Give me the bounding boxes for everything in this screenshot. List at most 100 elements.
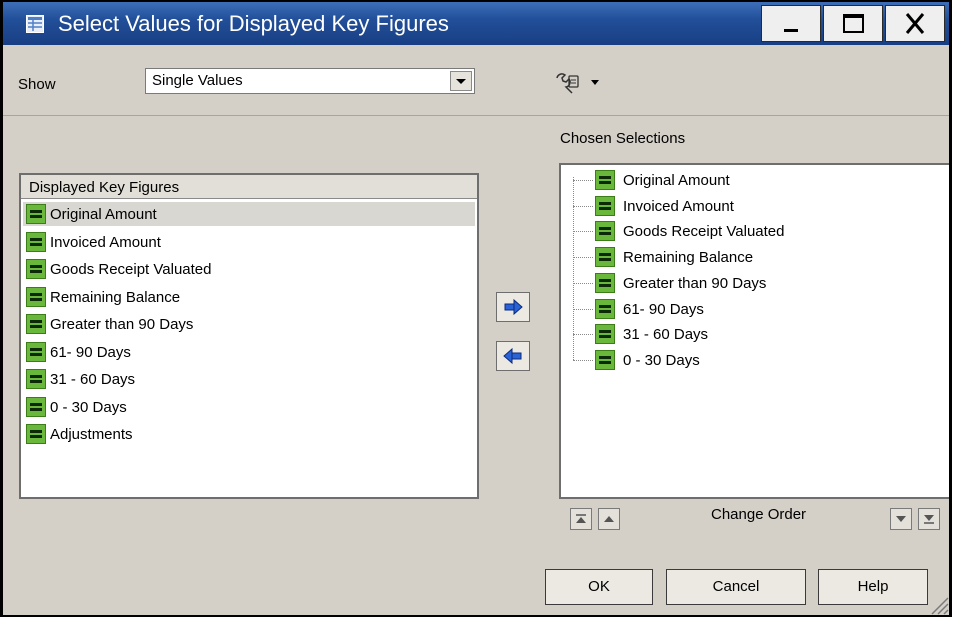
- list-item-label: Adjustments: [50, 426, 133, 443]
- move-bottom-icon: [924, 515, 934, 524]
- tree-item-label: Original Amount: [623, 172, 730, 189]
- key-figure-icon: [26, 204, 46, 224]
- toolbar-separator: [3, 115, 949, 116]
- list-item-label: Original Amount: [50, 206, 157, 223]
- tree-connector: [573, 180, 593, 181]
- chosen-selections-label: Chosen Selections: [560, 130, 686, 147]
- key-figure-icon: [26, 231, 46, 252]
- tree-item-label: Greater than 90 Days: [623, 274, 767, 292]
- tree-connector: [573, 282, 593, 284]
- key-figure-icon: [26, 424, 46, 444]
- list-header[interactable]: Displayed Key Figures: [21, 175, 477, 199]
- minimize-icon: [784, 29, 798, 32]
- window-title: Select Values for Displayed Key Figures: [58, 11, 449, 36]
- list-item-label: Remaining Balance: [50, 288, 181, 306]
- key-figure-icon: [595, 221, 615, 242]
- settings-menu-button[interactable]: [554, 70, 604, 94]
- maximize-icon: [843, 14, 864, 33]
- tree-item-label: Goods Receipt Valuated: [623, 223, 785, 241]
- maximize-button[interactable]: [823, 5, 883, 42]
- show-label: Show: [18, 76, 56, 93]
- chevron-down-icon: [456, 79, 466, 84]
- list-item-label: 31 - 60 Days: [50, 371, 136, 388]
- key-figure-icon: [26, 369, 46, 389]
- list-item-label: Greater than 90 Days: [50, 316, 194, 333]
- dialog-window: Select Values for Displayed Key Figures …: [0, 0, 952, 617]
- tree-connector: [573, 334, 593, 336]
- tree-connector: [573, 231, 593, 233]
- tree-item[interactable]: Greater than 90 Days: [561, 271, 949, 297]
- list-item-label: Invoiced Amount: [50, 233, 161, 251]
- tree-connector: [573, 308, 593, 310]
- add-to-selection-button[interactable]: [496, 292, 530, 322]
- arrow-right-icon: [504, 298, 523, 316]
- move-top-icon: [576, 514, 586, 523]
- table-grid-icon: [26, 15, 44, 33]
- dropdown-arrow-button[interactable]: [450, 71, 472, 91]
- close-button[interactable]: [885, 5, 945, 42]
- list-item-label: 0 - 30 Days: [50, 398, 127, 416]
- list-item-label: Goods Receipt Valuated: [50, 261, 212, 278]
- resize-grip-icon[interactable]: [927, 593, 949, 615]
- list-item[interactable]: Greater than 90 Days: [23, 312, 475, 336]
- key-figure-icon: [26, 341, 46, 362]
- remove-from-selection-button[interactable]: [496, 341, 530, 371]
- list-item[interactable]: Goods Receipt Valuated: [23, 257, 475, 281]
- show-dropdown-value: Single Values: [152, 72, 243, 89]
- list-item[interactable]: 61- 90 Days: [23, 340, 475, 364]
- key-figure-icon: [595, 247, 615, 268]
- move-to-top-button[interactable]: [570, 508, 592, 530]
- minimize-button[interactable]: [761, 5, 821, 42]
- tree-connector: [573, 257, 593, 259]
- list-item[interactable]: Original Amount: [23, 202, 475, 226]
- tree-connector: [573, 205, 593, 207]
- key-figure-icon: [595, 272, 615, 293]
- key-figure-icon: [26, 396, 46, 417]
- arrow-left-icon: [503, 347, 522, 365]
- tree-item-label: 0 - 30 Days: [623, 351, 700, 369]
- key-figure-icon: [26, 314, 46, 334]
- title-bar[interactable]: Select Values for Displayed Key Figures: [3, 2, 949, 45]
- key-figure-icon: [595, 170, 615, 190]
- tree-item[interactable]: Remaining Balance: [561, 245, 949, 271]
- move-up-icon: [604, 516, 614, 522]
- list-item[interactable]: 0 - 30 Days: [23, 395, 475, 419]
- wrench-icon: [556, 73, 599, 94]
- tree-item[interactable]: Original Amount: [561, 168, 949, 194]
- chosen-selections-tree[interactable]: Original Amount Invoiced Amount Goods Rece…: [559, 163, 949, 499]
- cancel-button[interactable]: Cancel: [666, 569, 806, 605]
- move-down-button[interactable]: [890, 508, 912, 530]
- tree-item[interactable]: 61- 90 Days: [561, 297, 949, 323]
- list-item[interactable]: Adjustments: [23, 422, 475, 446]
- list-header-label: Displayed Key Figures: [29, 179, 180, 196]
- key-figure-icon: [595, 349, 615, 370]
- tree-item-label: Remaining Balance: [623, 249, 754, 267]
- move-up-button[interactable]: [598, 508, 620, 530]
- change-order-label: Change Order: [711, 506, 807, 523]
- move-to-bottom-button[interactable]: [918, 508, 940, 530]
- tree-item-label: Invoiced Amount: [623, 197, 734, 215]
- key-figure-icon: [595, 298, 615, 319]
- ok-button[interactable]: OK: [545, 569, 653, 605]
- key-figure-icon: [26, 259, 46, 279]
- list-item-label: 61- 90 Days: [50, 343, 131, 361]
- displayed-key-figures-list[interactable]: Displayed Key Figures Original Amount Inv…: [19, 173, 479, 499]
- tree-item[interactable]: Invoiced Amount: [561, 194, 949, 220]
- key-figure-icon: [26, 286, 46, 307]
- key-figure-icon: [595, 195, 615, 216]
- tree-item[interactable]: Goods Receipt Valuated: [561, 219, 949, 245]
- move-down-icon: [896, 516, 906, 522]
- tree-connector: [573, 359, 593, 361]
- chevron-down-icon: [591, 80, 599, 85]
- help-button[interactable]: Help: [818, 569, 928, 605]
- key-figure-icon: [595, 324, 615, 345]
- close-icon: [905, 13, 925, 34]
- tree-item-label: 61- 90 Days: [623, 300, 704, 318]
- show-dropdown[interactable]: Single Values: [145, 68, 475, 94]
- tree-item[interactable]: 0 - 30 Days: [561, 348, 949, 374]
- list-item[interactable]: 31 - 60 Days: [23, 367, 475, 391]
- tree-item-label: 31 - 60 Days: [623, 326, 709, 344]
- list-item[interactable]: Invoiced Amount: [23, 230, 475, 254]
- list-item[interactable]: Remaining Balance: [23, 285, 475, 309]
- tree-item[interactable]: 31 - 60 Days: [561, 322, 949, 348]
